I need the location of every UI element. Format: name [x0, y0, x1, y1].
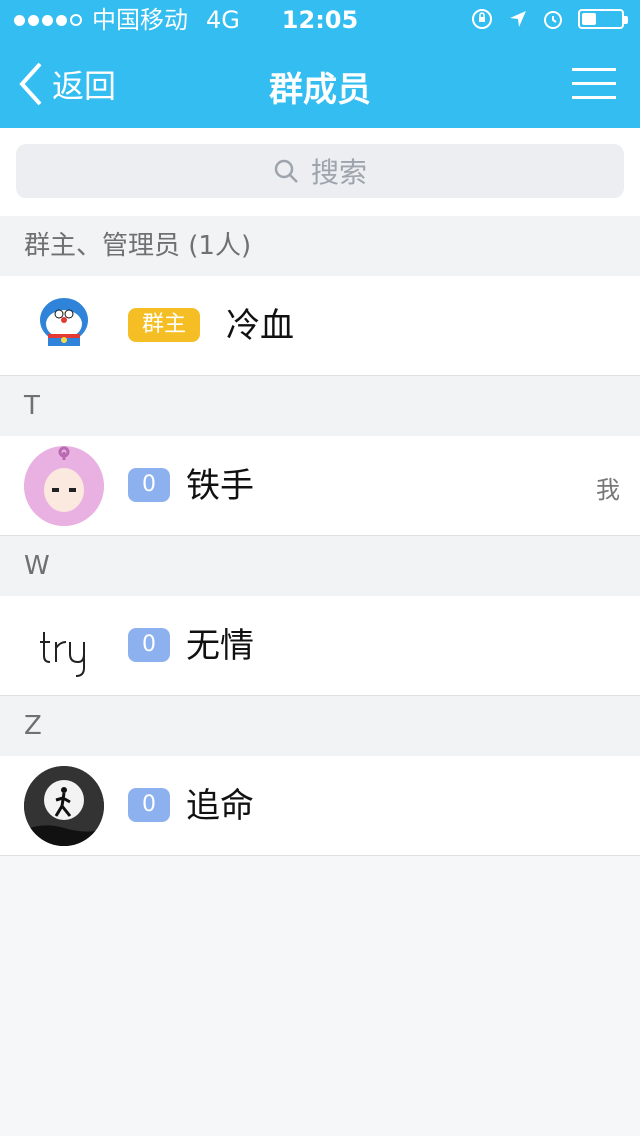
- avatar: [24, 766, 104, 846]
- member-row[interactable]: 群主 冷血: [0, 276, 640, 376]
- member-name: 铁手: [186, 466, 254, 506]
- member-name: 追命: [186, 786, 254, 826]
- avatar: [24, 446, 104, 526]
- nav-bar: 返回 群成员: [0, 40, 640, 128]
- menu-button[interactable]: [572, 66, 616, 102]
- search-container: 搜索: [0, 128, 640, 216]
- level-badge: 0: [128, 468, 170, 502]
- level-badge: 0: [128, 628, 170, 662]
- cartoon-face-avatar-icon: [24, 446, 104, 526]
- member-row[interactable]: 0 无情: [0, 596, 640, 696]
- section-header-admins: 群主、管理员 (1人): [0, 216, 640, 276]
- owner-badge: 群主: [128, 308, 201, 342]
- battery-icon: [578, 9, 628, 29]
- lock-rotation-icon: [472, 9, 492, 29]
- member-row[interactable]: 0 铁手 我: [0, 436, 640, 536]
- status-bar: 中国移动 4G 12:05: [0, 0, 640, 40]
- status-right: [470, 7, 628, 31]
- member-name: 无情: [186, 626, 254, 666]
- search-placeholder: 搜索: [310, 156, 367, 189]
- member-name: 冷血: [226, 306, 294, 346]
- location-arrow-icon: [510, 11, 526, 27]
- doraemon-avatar-icon: [24, 286, 104, 366]
- member-row[interactable]: 0 追命: [0, 756, 640, 856]
- level-badge: 0: [128, 788, 170, 822]
- avatar: [24, 606, 104, 686]
- section-header-w: W: [0, 536, 640, 596]
- menu-line: [572, 68, 616, 71]
- me-label: 我: [596, 476, 620, 504]
- section-header-z: Z: [0, 696, 640, 756]
- top-bar: 中国移动 4G 12:05 返回 群成员: [0, 0, 640, 128]
- menu-line: [572, 82, 616, 85]
- menu-line: [572, 96, 616, 99]
- moon-runner-avatar-icon: [24, 766, 104, 846]
- empty-area: [0, 856, 640, 1136]
- section-header-t: T: [0, 376, 640, 436]
- try-logo-avatar-icon: [40, 632, 85, 677]
- search-icon: [274, 159, 298, 183]
- search-input[interactable]: 搜索: [16, 144, 624, 198]
- avatar: [24, 286, 104, 366]
- page-title: 群成员: [269, 70, 371, 110]
- alarm-icon: [544, 11, 562, 29]
